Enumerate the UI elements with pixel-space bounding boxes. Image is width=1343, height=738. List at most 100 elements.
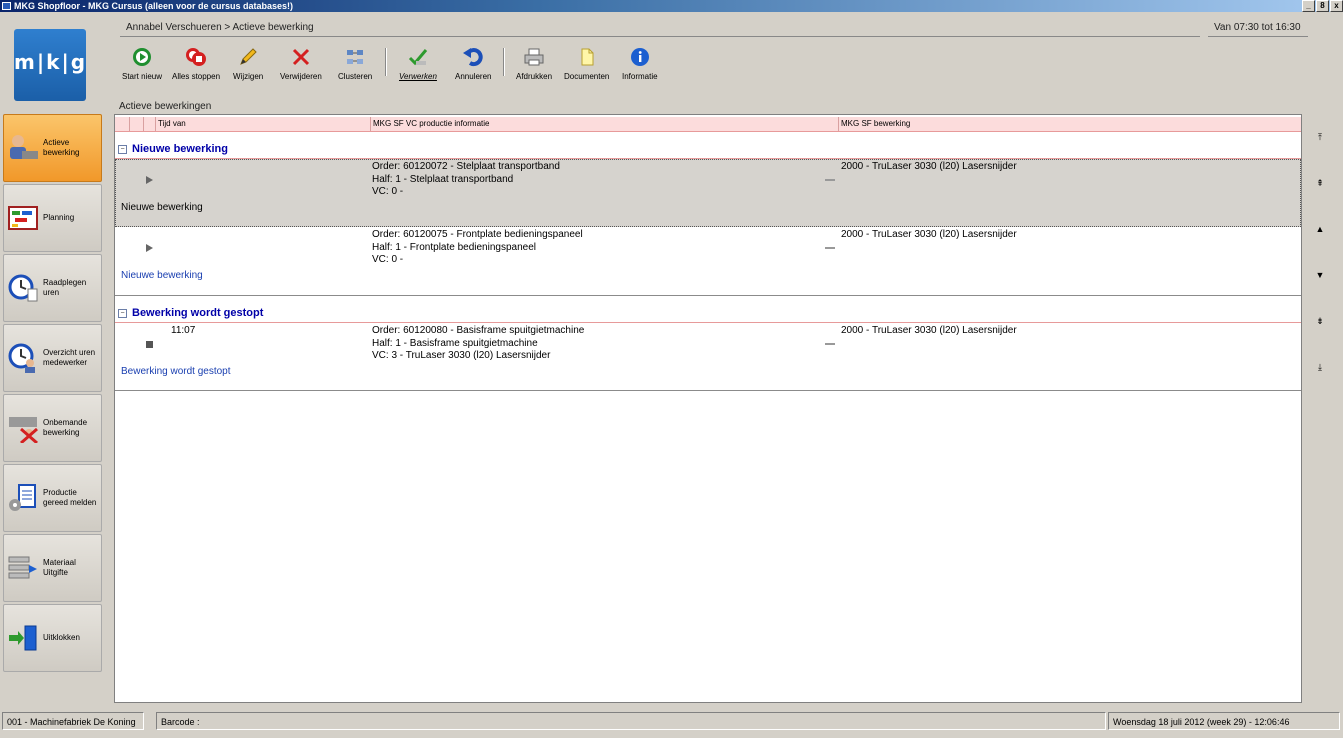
wijzigen-label: Wijzigen (233, 72, 264, 81)
play-green-icon (131, 46, 153, 68)
sidebar-item-planning[interactable]: Planning (3, 184, 102, 252)
informatie-button[interactable]: Informatie (622, 46, 658, 81)
actieve-bewerkingen-grid: Tijd van MKG SF VC productie informatie … (114, 114, 1302, 703)
stop-status-icon (146, 341, 153, 348)
document-icon (576, 46, 598, 68)
info-line: Half: 1 - Stelplaat transportband (372, 174, 514, 185)
row-down-icon[interactable]: ▼ (1312, 268, 1328, 282)
time-range-divider (1208, 36, 1308, 37)
sidebar-item-onbemande-bewerking[interactable]: Onbemande bewerking (3, 394, 102, 462)
alles-stoppen-button[interactable]: Alles stoppen (172, 46, 220, 81)
wijzigen-button[interactable]: Wijzigen (233, 46, 263, 81)
toolbar-separator (385, 48, 387, 76)
sidebar-item-actieve-bewerking[interactable]: Actieve bewerking (3, 114, 102, 182)
dash-icon (825, 179, 835, 181)
column-header-productie-informatie[interactable]: MKG SF VC productie informatie (370, 117, 838, 131)
afdrukken-button[interactable]: Afdrukken (516, 46, 552, 81)
sidebar-item-label: Overzicht uren medewerker (43, 348, 96, 367)
info-line: Half: 1 - Frontplate bedieningspaneel (372, 242, 536, 253)
play-status-icon (146, 244, 153, 252)
verwerken-button[interactable]: Verwerken (399, 46, 437, 81)
annuleren-label: Annuleren (455, 72, 492, 81)
stop-all-icon (185, 46, 207, 68)
process-check-icon (407, 46, 429, 68)
documenten-button[interactable]: Documenten (564, 46, 609, 81)
datetime-field: Woensdag 18 juli 2012 (week 29) - 12:06:… (1108, 712, 1340, 730)
close-button[interactable]: x (1330, 0, 1343, 12)
start-nieuw-button[interactable]: Start nieuw (122, 46, 162, 81)
column-header-bewerking[interactable]: MKG SF bewerking (838, 117, 1301, 131)
verwijderen-label: Verwijderen (280, 72, 322, 81)
clock-out-icon (6, 621, 40, 655)
sidebar-item-productie-gereed-melden[interactable]: Productie gereed melden (3, 464, 102, 532)
sidebar-item-raadplegen-uren[interactable]: Raadplegen uren (3, 254, 102, 322)
sidebar-item-uitklokken[interactable]: Uitklokken (3, 604, 102, 672)
clusteren-button[interactable]: Clusteren (338, 46, 372, 81)
scroll-bottom-icon[interactable]: ⤓ (1312, 360, 1328, 374)
column-header-tijd-van[interactable]: Tijd van (155, 117, 370, 131)
mkg-logo: m|k|g (14, 29, 86, 101)
sidebar-item-materiaal-uitgifte[interactable]: Materiaal Uitgifte (3, 534, 102, 602)
alles-stoppen-label: Alles stoppen (172, 72, 221, 81)
section-label: Actieve bewerkingen (119, 101, 212, 112)
breadcrumb-divider (120, 36, 1200, 37)
info-line: VC: 0 - (372, 186, 404, 197)
table-row[interactable]: Order: 60120072 - Stelplaat transportban… (115, 159, 1301, 227)
page-down-icon[interactable]: ⇟ (1312, 314, 1328, 328)
time-cell: 11:07 (171, 325, 196, 336)
minimize-button[interactable]: _ (1302, 0, 1315, 12)
grid-header: Tijd van MKG SF VC productie informatie … (115, 117, 1301, 132)
statusbar: 001 - Machinefabriek De Koning Barcode :… (0, 710, 1343, 734)
printer-icon (523, 46, 545, 68)
info-line: VC: 0 - (372, 254, 404, 265)
dash-icon (825, 343, 835, 345)
column-header-indicator (129, 117, 144, 131)
row-divider (115, 390, 1301, 391)
cluster-icon (344, 46, 366, 68)
group-header[interactable]: − Bewerking wordt gestopt (115, 307, 1301, 323)
table-row[interactable]: Order: 60120075 - Frontplate bedieningsp… (115, 228, 1301, 296)
undo-icon (462, 46, 484, 68)
info-line: VC: 3 - TruLaser 3030 (l20) Lasersnijder (372, 350, 551, 361)
page-up-icon[interactable]: ⇞ (1312, 176, 1328, 190)
clusteren-label: Clusteren (338, 72, 373, 81)
worker-icon (6, 131, 40, 165)
sidebar-item-label: Actieve bewerking (43, 138, 80, 157)
afdrukken-label: Afdrukken (516, 72, 553, 81)
row-subtitle: Nieuwe bewerking (121, 270, 203, 281)
delete-x-icon (290, 46, 312, 68)
verwijderen-button[interactable]: Verwijderen (280, 46, 322, 81)
bewerking-cell: 2000 - TruLaser 3030 (l20) Lasersnijder (841, 325, 1017, 336)
window-titlebar: MKG Shopfloor - MKG Cursus (alleen voor … (0, 0, 1343, 12)
company-field: 001 - Machinefabriek De Koning (2, 712, 144, 730)
info-line: Order: 60120072 - Stelplaat transportban… (372, 161, 560, 172)
dash-icon (825, 247, 835, 249)
sidebar-item-label: Productie gereed melden (43, 488, 97, 507)
table-row[interactable]: 11:07 Order: 60120080 - Basisframe spuit… (115, 323, 1301, 391)
sidebar-item-label: Planning (43, 213, 75, 222)
play-status-icon (146, 176, 153, 184)
row-up-icon[interactable]: ▲ (1312, 222, 1328, 236)
toolbar-separator (503, 48, 505, 76)
collapse-toggle-icon[interactable]: − (118, 309, 127, 318)
group-header[interactable]: − Nieuwe bewerking (115, 143, 1301, 159)
collapse-toggle-icon[interactable]: − (118, 145, 127, 154)
sidebar-item-label: Materiaal Uitgifte (43, 558, 76, 577)
sidebar-item-overzicht-uren[interactable]: Overzicht uren medewerker (3, 324, 102, 392)
maximize-button[interactable]: 8 (1316, 0, 1329, 12)
row-subtitle: Nieuwe bewerking (121, 202, 203, 213)
window-controls: _ 8 x (1302, 0, 1343, 12)
barcode-field[interactable]: Barcode : (156, 712, 1106, 730)
informatie-label: Informatie (622, 72, 658, 81)
material-shelf-icon (6, 551, 40, 585)
annuleren-button[interactable]: Annuleren (455, 46, 491, 81)
info-icon (629, 46, 651, 68)
start-nieuw-label: Start nieuw (122, 72, 163, 81)
app-icon (2, 2, 11, 10)
scroll-top-icon[interactable]: ⤒ (1312, 130, 1328, 144)
clock-person-icon (6, 341, 40, 375)
pencil-icon (237, 46, 259, 68)
documenten-label: Documenten (564, 72, 610, 81)
verwerken-label: Verwerken (399, 72, 437, 81)
planning-board-icon (6, 201, 40, 235)
